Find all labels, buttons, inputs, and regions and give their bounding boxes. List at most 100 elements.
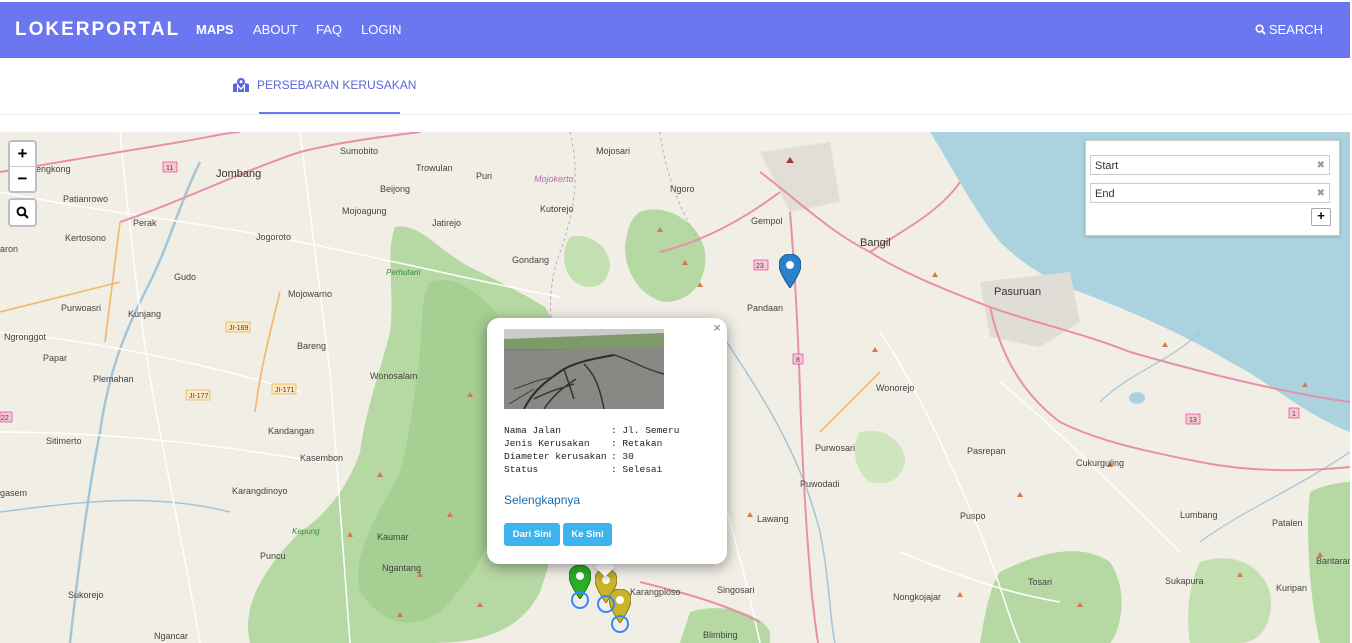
tab-label: PERSEBARAN KERUSAKAN <box>257 78 417 92</box>
place-label: Perak <box>133 218 157 228</box>
place-label: gasem <box>0 488 28 498</box>
place-label: Nongkojajar <box>893 592 942 602</box>
location-circle <box>597 595 615 613</box>
place-label: Sukorejo <box>68 590 104 600</box>
clear-end-icon[interactable]: ✖ <box>1317 184 1325 204</box>
routing-panel: Start ✖ End ✖ + <box>1085 140 1340 236</box>
place-label: Bangil <box>860 237 891 249</box>
place-label: Wonorejo <box>876 383 915 393</box>
map-marked-icon <box>233 78 249 92</box>
tab-persebaran-kerusakan[interactable]: PERSEBARAN KERUSAKAN <box>233 78 416 92</box>
place-label: Kunjang <box>128 309 162 319</box>
place-label: Lumbang <box>1180 510 1218 520</box>
place-label: Pandaan <box>747 303 784 313</box>
top-navbar: LOKERPORTAL MAPS ABOUT FAQ LOGIN SEARCH <box>0 2 1350 58</box>
place-label: Singosari <box>717 585 755 595</box>
detail-row: Status : Selesai <box>504 463 679 476</box>
detail-key: Status <box>504 464 539 475</box>
place-label: Mojoagung <box>342 206 387 216</box>
place-label: Beijong <box>380 184 411 194</box>
place-label: Ngancar <box>154 631 189 641</box>
place-label: Mojowarno <box>288 289 333 299</box>
detail-key: Jenis Kerusakan <box>504 438 590 449</box>
place-label: Kandangan <box>268 426 315 436</box>
location-circle <box>611 615 629 633</box>
detail-row: Nama Jalan : Jl. Semeru <box>504 424 679 437</box>
tab-active-indicator <box>259 112 400 114</box>
svg-text:JI-177: JI-177 <box>189 393 209 400</box>
route-start-input[interactable]: Start ✖ <box>1090 155 1330 175</box>
place-label: Wonosalam <box>370 371 418 381</box>
detail-row: Jenis Kerusakan: Retakan <box>504 437 679 450</box>
nav-about[interactable]: ABOUT <box>253 22 298 37</box>
place-label: Gudo <box>174 272 197 282</box>
place-label: aron <box>0 244 19 254</box>
damage-details: Nama Jalan: Jl. Semeru Jenis Kerusakan: … <box>504 424 679 476</box>
place-label: Kaumar <box>377 532 409 542</box>
place-label: Puri <box>476 171 493 181</box>
nav-maps[interactable]: MAPS <box>196 22 234 37</box>
route-end-placeholder: End <box>1095 188 1115 200</box>
place-label: Mojosari <box>596 146 631 156</box>
place-label: Karangploso <box>630 587 681 597</box>
close-icon[interactable]: × <box>713 320 721 335</box>
place-label: Sitimerto <box>46 436 82 446</box>
place-label: Ngronggot <box>4 332 47 342</box>
zoom-out-button[interactable]: − <box>10 167 35 191</box>
svg-text:1: 1 <box>1292 411 1296 418</box>
place-label: Jatirejo <box>432 218 462 228</box>
svg-text:13: 13 <box>1189 417 1197 424</box>
more-details-link[interactable]: Selengkapnya <box>504 493 580 507</box>
svg-text:JI-169: JI-169 <box>229 325 249 332</box>
svg-text:JI-171: JI-171 <box>275 387 295 394</box>
place-label: Sumobito <box>340 146 379 156</box>
place-label: Kuripan <box>1276 583 1308 593</box>
zoom-control: + − <box>8 140 37 193</box>
place-label: Cukurguling <box>1076 458 1125 468</box>
place-label: Gondang <box>512 255 550 265</box>
detail-key: Nama Jalan <box>504 425 562 436</box>
place-label: Tosari <box>1028 577 1053 587</box>
nav-login[interactable]: LOGIN <box>361 22 401 37</box>
add-waypoint-button[interactable]: + <box>1311 208 1331 226</box>
route-to-here-button[interactable]: Ke Sini <box>563 523 612 546</box>
nav-search[interactable]: SEARCH <box>1255 22 1323 37</box>
place-label: Kutorejo <box>540 204 574 214</box>
place-label: Sukapura <box>1165 576 1204 586</box>
place-label: Puspo <box>960 511 986 521</box>
map-search-button[interactable] <box>8 198 37 227</box>
place-label: Bareng <box>297 341 327 351</box>
nav-faq[interactable]: FAQ <box>316 22 342 37</box>
search-icon <box>1255 24 1266 35</box>
place-label: Ngoro <box>670 184 695 194</box>
place-label: Lawang <box>757 514 789 524</box>
place-label: Purwoasri <box>61 303 102 313</box>
place-label: Karangdinoyo <box>232 486 288 496</box>
damage-photo <box>504 329 664 409</box>
route-from-here-button[interactable]: Dari Sini <box>504 523 560 546</box>
tab-bar: PERSEBARAN KERUSAKAN <box>0 58 1350 115</box>
place-label: Jombang <box>216 168 262 180</box>
place-label: Puwodadi <box>800 479 840 489</box>
location-circle <box>571 591 589 609</box>
detail-value: : 30 <box>611 451 634 462</box>
place-label: Ngantang <box>382 563 422 573</box>
clear-start-icon[interactable]: ✖ <box>1317 156 1325 176</box>
place-label: Kertosono <box>65 233 107 243</box>
place-label: Patalen <box>1272 518 1303 528</box>
route-end-input[interactable]: End ✖ <box>1090 183 1330 203</box>
place-label: Pasrepan <box>967 446 1006 456</box>
place-label: Blimbing <box>703 630 738 640</box>
detail-value: : Jl. Semeru <box>611 425 680 436</box>
svg-text:11: 11 <box>166 165 173 172</box>
place-label: Bantaran <box>1316 556 1350 566</box>
brand-logo[interactable]: LOKERPORTAL <box>15 19 180 41</box>
zoom-in-button[interactable]: + <box>10 142 35 167</box>
damage-marker-blue[interactable] <box>779 254 801 288</box>
place-label: Mojokerto <box>534 174 574 184</box>
detail-key: Diameter kerusakan <box>504 451 607 462</box>
route-start-placeholder: Start <box>1095 160 1119 172</box>
svg-text:22: 22 <box>1 415 9 422</box>
detail-value: : Selesai <box>611 464 663 475</box>
place-label: Plemahan <box>93 374 134 384</box>
